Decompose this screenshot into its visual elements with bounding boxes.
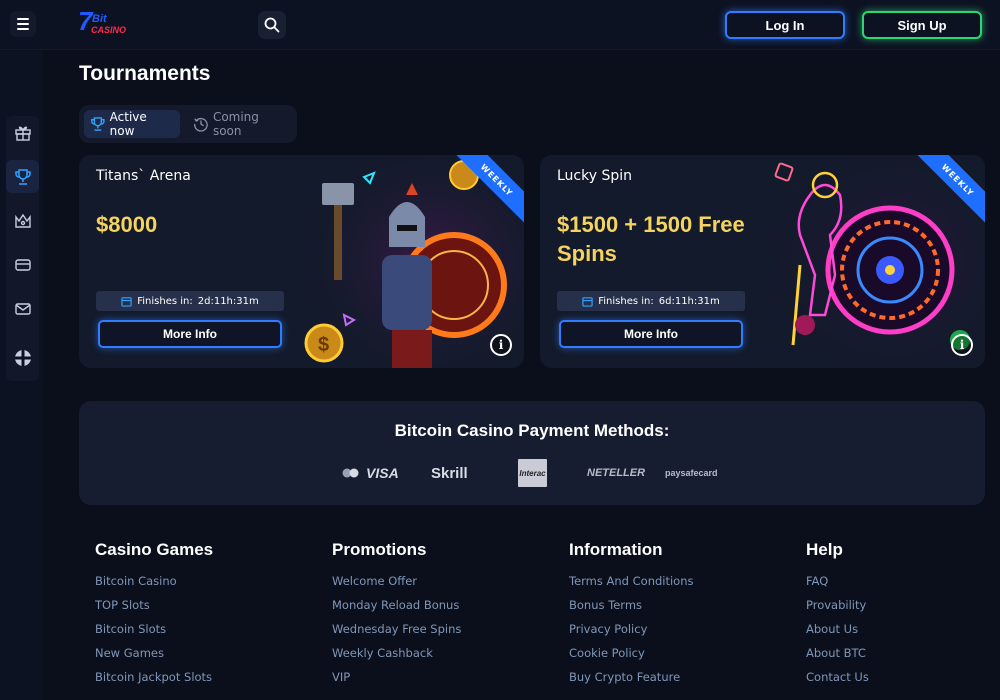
footer-link[interactable]: Wednesday Free Spins (332, 622, 461, 646)
visa-label: VISA (366, 465, 399, 481)
info-button[interactable]: i (490, 334, 512, 356)
tournament-prize: $1500 + 1500 Free Spins (557, 212, 745, 266)
top-header: 7 Bit CASINO Log In Sign Up (0, 0, 1000, 50)
footer-link[interactable]: TOP Slots (95, 598, 213, 622)
site-logo[interactable]: 7 Bit CASINO (78, 6, 128, 38)
tournament-title: Lucky Spin (557, 168, 633, 184)
tab-active-now[interactable]: Active now (84, 110, 180, 138)
svg-text:Bit: Bit (92, 13, 108, 25)
footer-link[interactable]: About BTC (806, 646, 869, 670)
trophy-icon (14, 168, 31, 185)
mail-icon (14, 302, 31, 315)
tournament-title: Titans` Arena (96, 168, 191, 184)
login-button[interactable]: Log In (725, 11, 845, 39)
footer-column-title: Help (806, 540, 843, 559)
footer-column-information: Information Terms And Conditions Bonus T… (569, 540, 694, 694)
visa-logo: VISA (342, 463, 399, 483)
footer-link[interactable]: FAQ (806, 574, 869, 598)
footer-column-casino-games: Casino Games Bitcoin Casino TOP Slots Bi… (95, 540, 213, 694)
sidebar-item-messages[interactable] (6, 292, 39, 325)
tournament-tabs: Active now Coming soon (79, 105, 297, 143)
card-toggle-icon (342, 468, 359, 478)
footer-link[interactable]: Cookie Policy (569, 646, 694, 670)
tournament-card: WEEKLY i Lucky Spin $1500 + 1500 Free Sp… (540, 155, 985, 368)
payment-methods-title: Bitcoin Casino Payment Methods: (394, 421, 670, 440)
finishes-label: Finishes in: (137, 295, 193, 307)
signup-button[interactable]: Sign Up (862, 11, 982, 39)
footer-link[interactable]: Bitcoin Slots (95, 622, 213, 646)
footer-link[interactable]: Buy Crypto Feature (569, 670, 694, 694)
tab-label: Coming soon (212, 110, 259, 138)
page-title: Tournaments (79, 62, 211, 85)
history-clock-icon (194, 117, 208, 132)
sidebar-item-language[interactable] (6, 341, 39, 374)
footer-link[interactable]: VIP (332, 670, 461, 694)
tab-label: Active now (109, 110, 147, 138)
footer-column-help: Help FAQ Provability About Us About BTC … (806, 540, 869, 694)
footer-column-title: Casino Games (95, 540, 214, 559)
info-button[interactable]: i (951, 334, 973, 356)
footer-link[interactable]: Welcome Offer (332, 574, 461, 598)
gift-icon (14, 126, 31, 141)
sidebar-item-payments[interactable] (6, 248, 39, 281)
footer-link[interactable]: Provability (806, 598, 869, 622)
footer-link[interactable]: Bitcoin Jackpot Slots (95, 670, 213, 694)
sidebar (0, 51, 43, 700)
finishes-time: 6d:11h:31m (658, 295, 720, 307)
finishes-label: Finishes in: (598, 295, 654, 307)
footer-link[interactable]: Weekly Cashback (332, 646, 461, 670)
interac-logo: Interac (518, 459, 547, 487)
paysafecard-logo: paysafecard (665, 468, 718, 478)
neteller-logo: NETELLER (587, 467, 646, 479)
skrill-logo: Skrill (431, 464, 468, 482)
footer-link[interactable]: New Games (95, 646, 213, 670)
burger-line (17, 28, 29, 30)
tournament-card: $ WEEKLY i Titans` Arena $8000 Finishes … (79, 155, 524, 368)
crown-icon (14, 213, 31, 228)
footer-link[interactable]: Contact Us (806, 670, 869, 694)
sidebar-item-gifts[interactable] (6, 116, 39, 149)
footer-link[interactable]: Privacy Policy (569, 622, 694, 646)
footer-column-title: Promotions (332, 540, 427, 559)
more-info-button[interactable]: More Info (98, 320, 282, 348)
roulette-illustration: WEEKLY i (755, 155, 985, 368)
card-icon (14, 258, 31, 271)
plus-cross-icon (14, 349, 31, 366)
trophy-icon (91, 117, 105, 131)
search-icon (264, 17, 280, 33)
footer-link[interactable]: Bitcoin Casino (95, 574, 213, 598)
footer-link[interactable]: About Us (806, 622, 869, 646)
info-icon: i (959, 338, 965, 352)
menu-burger-button[interactable] (10, 11, 36, 37)
svg-text:$: $ (318, 334, 329, 356)
gladiator-illustration: $ WEEKLY i (294, 155, 524, 368)
svg-text:CASINO: CASINO (91, 25, 126, 35)
footer-column-title: Information (569, 540, 663, 559)
sidebar-item-vip[interactable] (6, 204, 39, 237)
tab-coming-soon[interactable]: Coming soon (187, 110, 297, 138)
search-button[interactable] (258, 11, 286, 39)
footer-link[interactable]: Monday Reload Bonus (332, 598, 461, 622)
finishes-countdown: Finishes in: 6d:11h:31m (557, 291, 745, 311)
footer-column-promotions: Promotions Welcome Offer Monday Reload B… (332, 540, 461, 694)
calendar-icon (582, 296, 593, 307)
finishes-countdown: Finishes in: 2d:11h:31m (96, 291, 284, 311)
tournament-prize: $8000 (96, 212, 158, 237)
burger-line (17, 18, 29, 20)
more-info-button[interactable]: More Info (559, 320, 743, 348)
footer-link[interactable]: Terms And Conditions (569, 574, 694, 598)
payment-methods-section: Bitcoin Casino Payment Methods: VISA Skr… (79, 401, 985, 505)
burger-line (17, 23, 29, 25)
finishes-time: 2d:11h:31m (197, 295, 259, 307)
footer-link[interactable]: Bonus Terms (569, 598, 694, 622)
calendar-icon (121, 296, 132, 307)
sidebar-item-tournaments[interactable] (6, 160, 39, 193)
info-icon: i (498, 338, 504, 352)
